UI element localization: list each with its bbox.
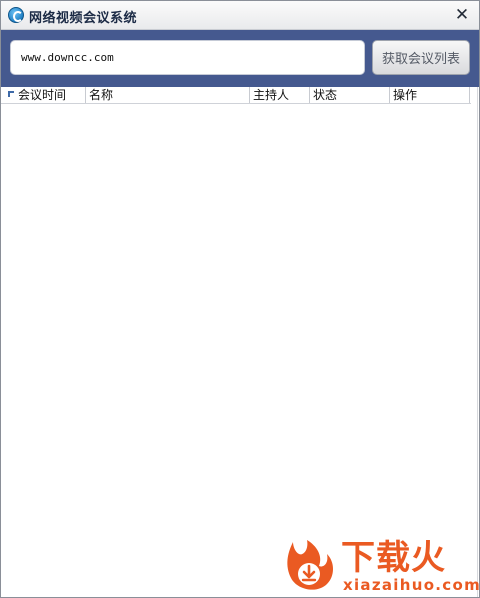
meeting-list[interactable] <box>1 105 471 597</box>
watermark-brand: 下载火 <box>341 538 446 578</box>
flame-download-icon <box>287 540 333 590</box>
column-header-label: 会议时间 <box>18 88 67 102</box>
server-url-input[interactable] <box>10 40 365 75</box>
window-title: 网络视频会议系统 <box>29 11 138 26</box>
column-header-label: 名称 <box>89 88 114 102</box>
app-logo-icon <box>8 7 24 23</box>
title-bar[interactable]: 网络视频会议系统 ✕ <box>1 1 479 30</box>
column-header-status[interactable]: 状态 <box>310 87 390 103</box>
column-header-label: 操作 <box>393 88 418 102</box>
column-header-label: 状态 <box>313 88 338 102</box>
watermark-domain: xiazaihuo.com <box>343 576 480 594</box>
column-header-label: 主持人 <box>253 88 290 102</box>
sort-arrow-icon <box>8 91 14 97</box>
app-window: 网络视频会议系统 ✕ 获取会议列表 会议时间 名称 主持人 状态 操作 下 <box>0 0 480 598</box>
toolbar: 获取会议列表 <box>1 30 479 87</box>
column-header-host[interactable]: 主持人 <box>250 87 310 103</box>
watermark-logo: 下载火 xiazaihuo.com <box>283 536 480 596</box>
scrollbar-edge <box>477 87 479 597</box>
column-header-time[interactable]: 会议时间 <box>5 87 86 103</box>
fetch-meeting-list-button[interactable]: 获取会议列表 <box>372 40 470 75</box>
meeting-table-header: 会议时间 名称 主持人 状态 操作 <box>1 87 471 104</box>
column-header-action[interactable]: 操作 <box>390 87 470 103</box>
close-icon[interactable]: ✕ <box>453 5 471 25</box>
column-header-name[interactable]: 名称 <box>86 87 250 103</box>
